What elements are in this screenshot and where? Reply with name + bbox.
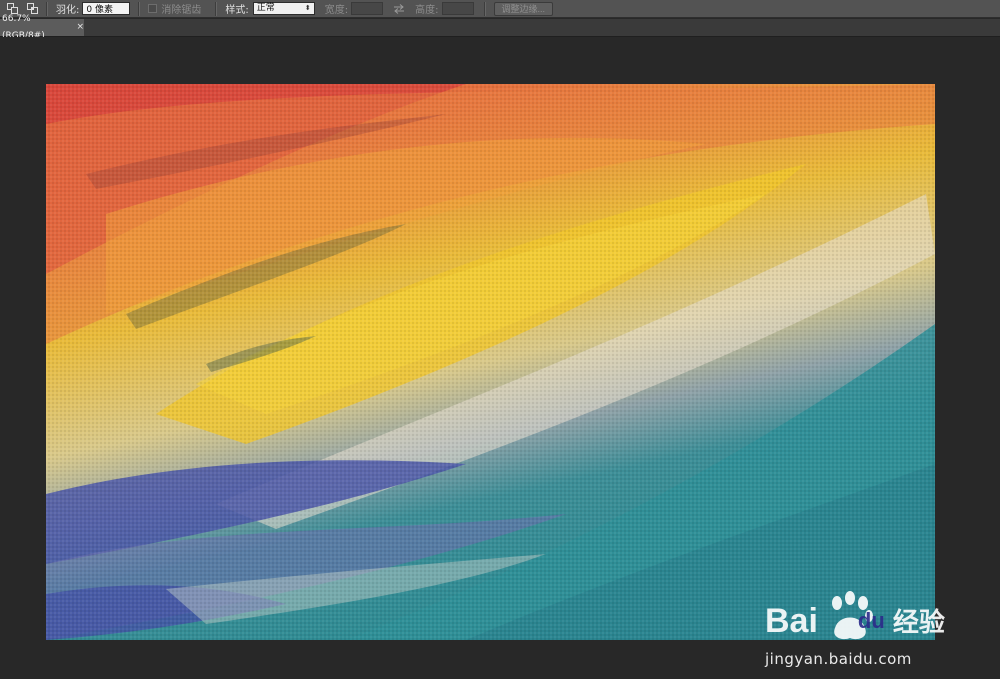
painting-image [46,84,935,640]
feather-input[interactable] [82,2,131,15]
options-bar: 羽化: 消除锯齿 样式: 正常 ⬍ 宽度: 高度: 调整边缘... [0,0,1000,18]
watermark-url: jingyan.baidu.com [765,650,912,668]
divider [138,1,141,16]
watermark-brand-du: du [857,608,885,633]
width-input[interactable] [351,2,384,15]
updown-arrow-icon: ⬍ [304,4,311,12]
style-select[interactable]: 正常 ⬍ [252,2,315,15]
width-label: 宽度: [324,5,349,16]
close-icon[interactable]: × [76,19,84,36]
antialias-checkbox[interactable] [148,4,158,13]
height-label: 高度: [415,5,439,16]
style-select-value: 正常 [256,3,275,13]
divider [215,1,218,16]
baidu-jingyan-watermark: Bai du 经验 jingyan.baidu.com [765,586,965,676]
watermark-brand-bai: Bai [765,602,818,640]
refine-edge-button[interactable]: 调整边缘... [493,1,554,16]
watermark-brand-cn: 经验 [892,607,945,637]
document-tab-strip: 66.7%(RGB/8#) × [0,14,1000,41]
document-tab[interactable]: 66.7%(RGB/8#) × [0,14,84,41]
canvas-workspace[interactable]: Bai du 经验 jingyan.baidu.com [0,37,1000,668]
divider [483,1,486,16]
style-label: 样式: [225,5,249,16]
swap-width-height-icon[interactable] [393,3,405,15]
antialias-label: 消除锯齿 [161,5,202,16]
height-input[interactable] [441,2,474,15]
